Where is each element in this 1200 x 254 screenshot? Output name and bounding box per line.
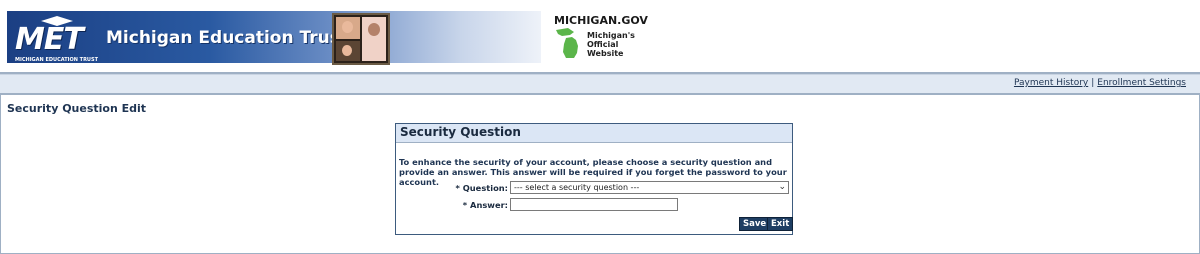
answer-label: * Answer: [462,200,508,210]
nav-links: Payment History | Enrollment Settings [1014,78,1186,88]
security-question-panel: Security Question To enhance the securit… [395,123,794,235]
banner-title: Michigan Education Trust [106,28,348,48]
michigan-official-website-text: Michigan's Official Website [587,31,635,58]
met-logo[interactable]: MET MICHIGAN EDUCATION TRUST [15,16,103,63]
security-question-select-value: --- select a security question --- [514,183,640,192]
top-nav-bar: Payment History | Enrollment Settings [0,74,1200,95]
save-button[interactable]: Save [739,217,771,231]
students-photo [332,13,390,65]
met-logo-text: MET [15,22,84,57]
site-header: MET MICHIGAN EDUCATION TRUST Michigan Ed… [0,0,1200,74]
payment-history-link[interactable]: Payment History [1014,78,1088,88]
page-title: Security Question Edit [7,102,147,115]
chevron-down-icon: ⌄ [778,182,786,192]
met-banner[interactable]: MET MICHIGAN EDUCATION TRUST Michigan Ed… [7,11,541,65]
security-question-select[interactable]: --- select a security question --- ⌄ [510,181,789,194]
michigan-map-icon [556,28,578,58]
answer-input[interactable] [510,198,678,211]
panel-heading: Security Question [396,124,792,143]
met-logo-subtext: MICHIGAN EDUCATION TRUST [15,57,99,63]
exit-button[interactable]: Exit [767,217,794,231]
enrollment-settings-link[interactable]: Enrollment Settings [1097,78,1186,88]
nav-separator: | [1091,78,1095,88]
question-label: * Question: [455,183,509,193]
